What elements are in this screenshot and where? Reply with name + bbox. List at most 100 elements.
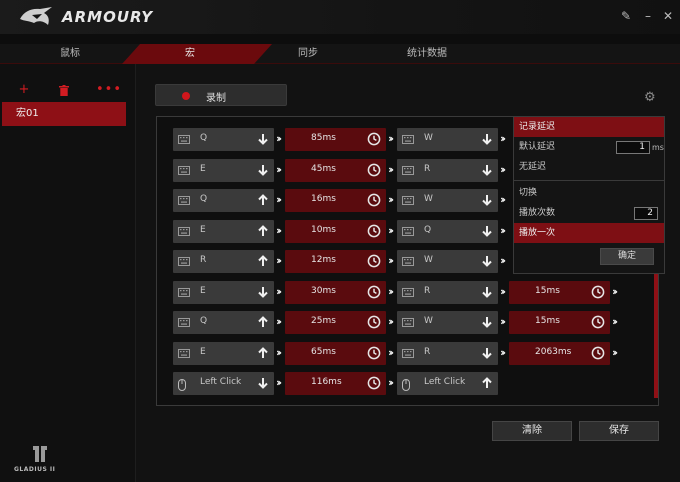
key-action[interactable]: W — [397, 250, 498, 273]
gear-icon[interactable]: ⚙ — [644, 91, 658, 105]
mouse-icon — [402, 379, 414, 391]
key-label: Q — [200, 133, 208, 143]
no-delay-option[interactable]: 无延迟 — [514, 157, 664, 177]
keyboard-icon — [402, 196, 414, 205]
arrow-down-icon — [256, 132, 270, 146]
trash-icon[interactable] — [56, 82, 72, 98]
delay-action[interactable]: 15ms — [509, 280, 610, 304]
clock-icon — [367, 285, 381, 299]
macro-row: Left Click ›› 116ms ›› Left Click — [157, 372, 657, 395]
key-action[interactable]: W — [397, 189, 498, 212]
delay-action[interactable]: 15ms — [509, 311, 610, 334]
play-count-input[interactable]: 2 — [634, 207, 658, 220]
key-label: E — [200, 163, 206, 174]
delay-label: 30ms — [311, 285, 336, 296]
clock-icon — [367, 163, 381, 177]
key-action[interactable]: E — [173, 341, 274, 365]
delay-action[interactable]: 65ms — [285, 341, 386, 365]
clock-icon — [367, 376, 381, 390]
device-logo: GLADIUS II — [14, 444, 68, 478]
clock-icon — [367, 132, 381, 146]
key-action[interactable]: Q — [173, 311, 274, 334]
arrow-up-icon — [256, 346, 270, 360]
key-label: E — [200, 224, 206, 235]
close-icon[interactable]: ✕ — [661, 9, 675, 23]
key-action[interactable]: Q — [173, 128, 274, 151]
macro-list-item[interactable]: 宏01 — [2, 102, 126, 126]
arrow-up-icon — [256, 193, 270, 207]
chevron-right-icon: ›› — [612, 315, 618, 328]
clock-icon — [367, 346, 381, 360]
tab-mouse[interactable]: 鼠标 — [0, 44, 140, 64]
tab-macro[interactable]: 宏 — [135, 44, 245, 64]
delay-action[interactable]: 12ms — [285, 250, 386, 273]
chevron-right-icon: ›› — [500, 223, 506, 237]
key-action[interactable]: Left Click — [397, 372, 498, 395]
key-action[interactable]: R — [397, 341, 498, 365]
key-action[interactable]: E — [173, 158, 274, 182]
tab-statistics[interactable]: 统计数据 — [372, 44, 482, 64]
key-label: E — [200, 346, 206, 357]
arrow-up-icon — [256, 254, 270, 268]
key-action[interactable]: R — [173, 250, 274, 273]
play-once-option[interactable]: 播放一次 — [514, 223, 664, 243]
key-action[interactable]: W — [397, 128, 498, 151]
key-label: W — [424, 255, 433, 265]
key-action[interactable]: Q — [397, 219, 498, 243]
delay-action[interactable]: 25ms — [285, 311, 386, 334]
key-action[interactable]: R — [397, 280, 498, 304]
delay-label: 15ms — [535, 316, 560, 326]
tab-sync[interactable]: 同步 — [258, 44, 358, 64]
save-button[interactable]: 保存 — [579, 421, 659, 441]
macro-row: Q ›› 25ms ›› W ›› 15ms ›› — [157, 311, 657, 334]
arrow-down-icon — [256, 163, 270, 177]
default-delay-input[interactable]: 1 — [616, 141, 650, 154]
key-action[interactable]: Q — [173, 189, 274, 212]
arrow-down-icon — [480, 346, 494, 360]
keyboard-icon — [178, 348, 190, 358]
main-area: 录制 ⚙ Q ›› 85ms ›› W ›› E ›› 45ms ›› R ›› Q ›› 16ms ›› W ›… — [136, 64, 680, 482]
arrow-down-icon — [256, 376, 270, 390]
keyboard-icon — [178, 257, 190, 266]
arrow-down-icon — [480, 193, 494, 207]
settings-wrench-icon[interactable]: ✎ — [619, 9, 633, 23]
chevron-right-icon: ›› — [500, 193, 506, 206]
delay-action[interactable]: 30ms — [285, 280, 386, 304]
key-action[interactable]: R — [397, 158, 498, 182]
record-delay-option[interactable]: 记录延迟 — [514, 117, 664, 137]
keyboard-icon — [402, 348, 414, 358]
arrow-up-icon — [256, 315, 270, 329]
clock-icon — [367, 315, 381, 329]
delay-action[interactable]: 85ms — [285, 128, 386, 151]
ok-button[interactable]: 确定 — [600, 248, 654, 265]
delay-settings-popup: 记录延迟 默认延迟 1 ms 无延迟 切换 播放次数 2 播放一次 确定 — [513, 116, 665, 274]
chevron-right-icon: ›› — [612, 284, 618, 298]
delay-action[interactable]: 116ms — [285, 372, 386, 395]
key-action[interactable]: Left Click — [173, 372, 274, 395]
key-action[interactable]: W — [397, 311, 498, 334]
minimize-icon[interactable]: – — [641, 9, 655, 23]
clock-icon — [591, 285, 605, 299]
sidebar: + ••• 宏01 GLADIUS II — [0, 64, 136, 482]
record-button[interactable]: 录制 — [155, 84, 287, 106]
keyboard-icon — [402, 257, 414, 266]
clear-button[interactable]: 清除 — [492, 421, 572, 441]
chevron-right-icon: ›› — [500, 254, 506, 267]
delay-action[interactable]: 16ms — [285, 189, 386, 212]
arrow-down-icon — [480, 224, 494, 238]
delay-action[interactable]: 45ms — [285, 158, 386, 182]
delay-label: 12ms — [311, 255, 336, 265]
more-icon[interactable]: ••• — [96, 82, 121, 98]
toggle-option[interactable]: 切换 — [514, 183, 664, 203]
delay-action[interactable]: 10ms — [285, 219, 386, 243]
keyboard-icon — [178, 287, 190, 297]
delay-label: 25ms — [311, 316, 336, 326]
plus-icon[interactable]: + — [16, 82, 32, 98]
key-action[interactable]: E — [173, 219, 274, 243]
arrow-up-icon — [256, 224, 270, 238]
key-action[interactable]: E — [173, 280, 274, 304]
delay-label: 65ms — [311, 346, 336, 357]
delay-action[interactable]: 2063ms — [509, 341, 610, 365]
arrow-down-icon — [480, 163, 494, 177]
record-label: 录制 — [206, 93, 226, 104]
